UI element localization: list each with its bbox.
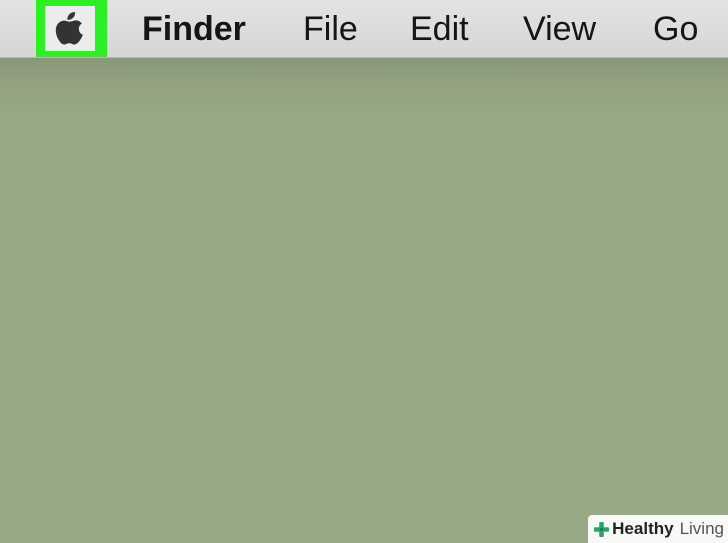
finder-menu[interactable]: Finder — [142, 0, 246, 57]
desktop-background — [0, 58, 728, 543]
apple-icon — [55, 12, 83, 45]
go-menu[interactable]: Go — [653, 0, 698, 57]
healthy-living-watermark: Healthy Living — [588, 515, 728, 543]
view-menu[interactable]: View — [523, 0, 596, 57]
file-menu[interactable]: File — [303, 0, 358, 57]
edit-menu[interactable]: Edit — [410, 0, 469, 57]
plus-icon — [594, 521, 610, 537]
apple-menu-button[interactable] — [36, 0, 107, 57]
apple-menu-icon-box — [45, 6, 95, 51]
menu-bar: Finder File Edit View Go — [0, 0, 728, 58]
watermark-text-bold: Healthy — [612, 519, 674, 538]
watermark-text-regular: Living — [679, 519, 724, 538]
